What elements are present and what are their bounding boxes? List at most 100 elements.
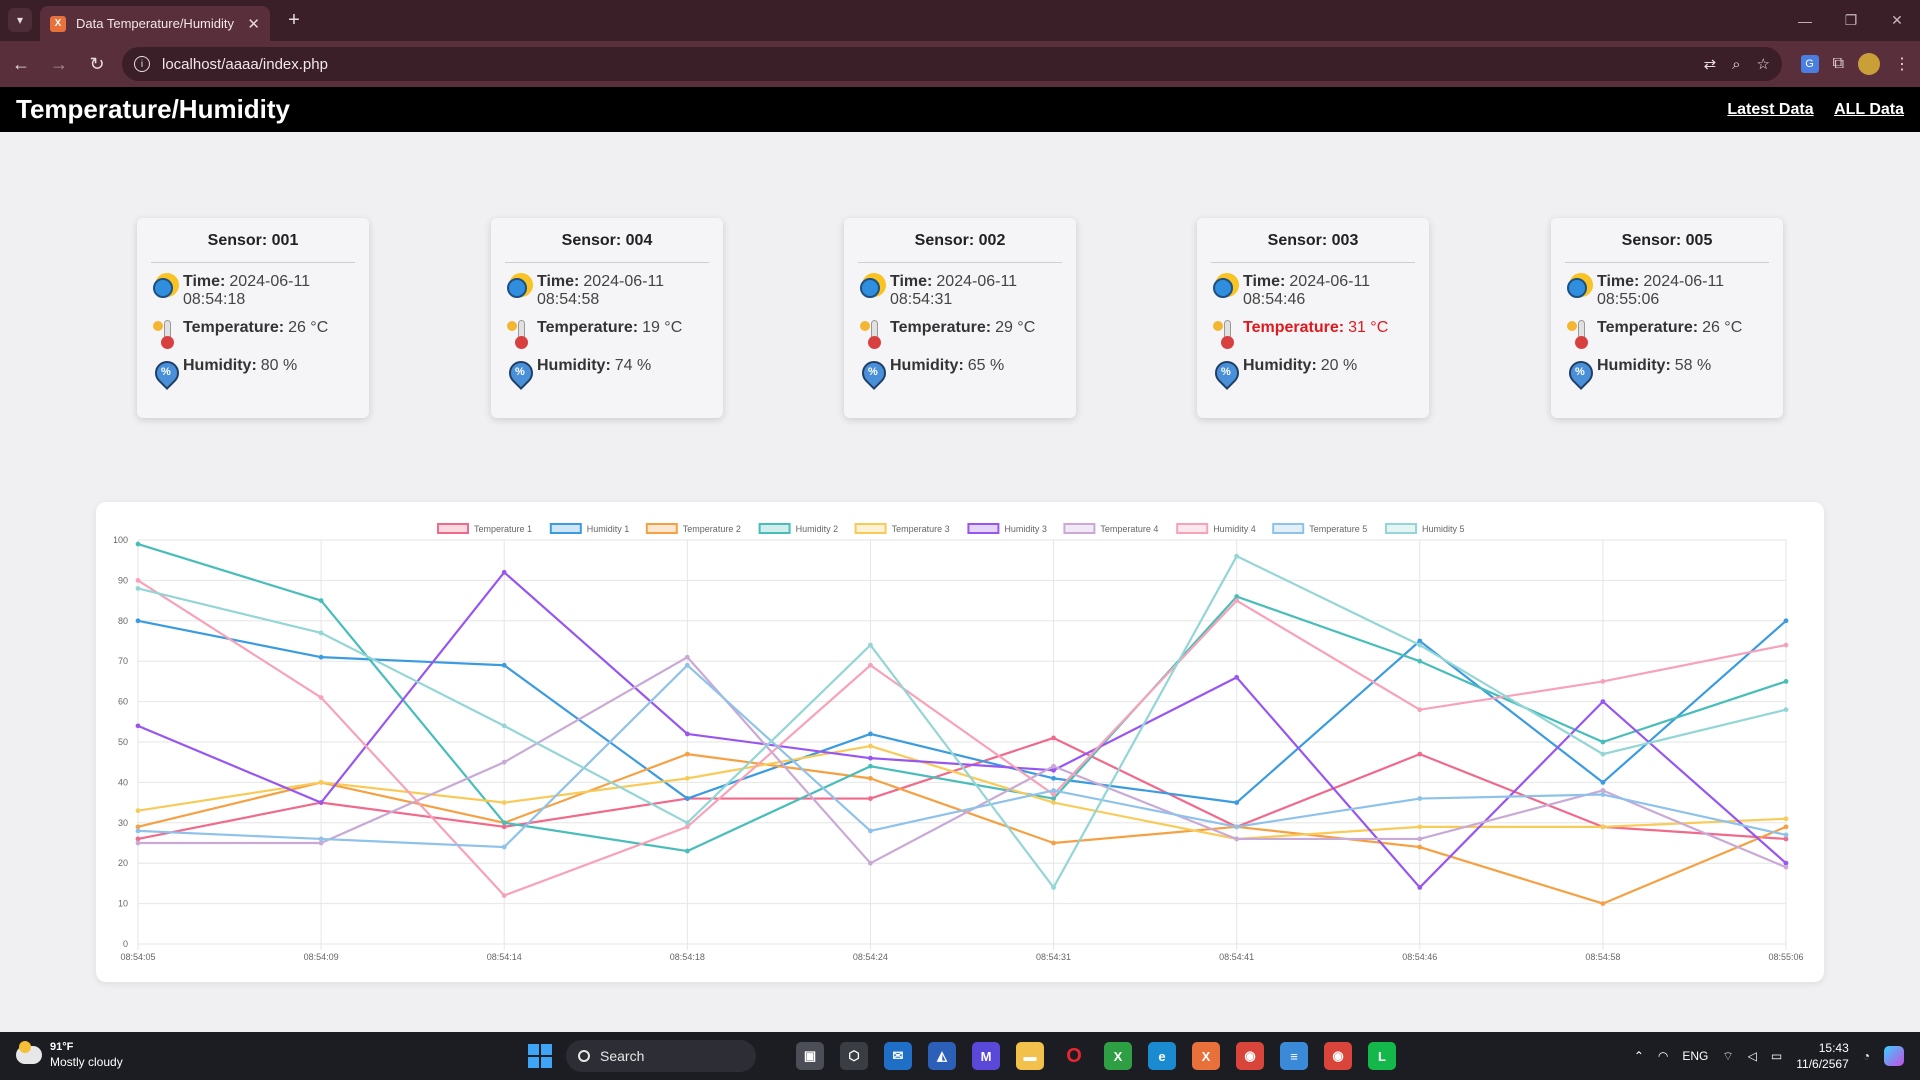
data-point (684, 820, 690, 826)
clock-sun-icon (507, 273, 535, 301)
notepad-icon[interactable]: ≡ (1280, 1042, 1308, 1070)
data-point (684, 654, 690, 660)
new-tab-button[interactable]: + (282, 8, 306, 32)
legend-swatch (1385, 523, 1417, 534)
time-label: Time: (890, 273, 933, 290)
data-point (1051, 800, 1056, 805)
taskbar-clock[interactable]: 15:43 11/6/2567 (1796, 1040, 1849, 1072)
data-point (501, 800, 507, 805)
back-button[interactable]: ← (4, 47, 38, 81)
vs-app-icon[interactable]: ◭ (928, 1042, 956, 1070)
task-view-icon[interactable]: ▣ (796, 1042, 824, 1070)
browser-tab-strip: ▾ X Data Temperature/Humidity ✕ + — ❐ ✕ (0, 0, 1920, 41)
legend-swatch (1063, 523, 1096, 534)
legend-swatch (854, 523, 887, 534)
y-tick-label: 0 (123, 939, 128, 949)
y-tick-label: 10 (118, 899, 128, 909)
y-tick-label: 70 (118, 656, 128, 666)
data-point (1783, 618, 1789, 624)
x-tick-label: 08:54:41 (1219, 952, 1254, 962)
data-point (1783, 824, 1789, 830)
legend-swatch (1176, 523, 1209, 534)
notification-bell-icon[interactable]: ◔ (1863, 1049, 1870, 1063)
chrome-profile-icon[interactable]: ◉ (1324, 1042, 1352, 1070)
data-point (1051, 763, 1056, 769)
chrome-icon[interactable]: ◉ (1236, 1042, 1264, 1070)
dev-app-icon[interactable]: ⬡ (840, 1042, 868, 1070)
google-translate-extension-icon[interactable]: G (1800, 55, 1819, 73)
close-window-button[interactable]: ✕ (1874, 0, 1920, 41)
bookmark-star-icon[interactable]: ☆ (1757, 55, 1770, 73)
start-button[interactable] (528, 1044, 552, 1068)
data-point (501, 662, 507, 668)
nav-link-all-data[interactable]: ALL Data (1834, 101, 1904, 118)
copilot-icon[interactable] (1884, 1046, 1904, 1066)
data-point (135, 828, 141, 834)
x-tick-label: 08:54:58 (1585, 952, 1620, 962)
x-tick-label: 08:54:14 (487, 952, 522, 962)
tab-search-button[interactable]: ▾ (8, 8, 32, 32)
opera-icon[interactable]: O (1060, 1042, 1088, 1070)
legend-swatch (549, 523, 582, 534)
legend-label: Temperature 3 (892, 524, 950, 534)
weather-description: Mostly cloudy (50, 1055, 123, 1069)
thermometer-icon (1567, 319, 1595, 349)
language-indicator[interactable]: ENG (1682, 1049, 1708, 1063)
minimize-button[interactable]: — (1782, 0, 1828, 41)
browser-tab[interactable]: X Data Temperature/Humidity ✕ (40, 6, 270, 41)
data-point (868, 763, 873, 769)
mail-icon[interactable]: ✉ (884, 1042, 912, 1070)
forward-button[interactable]: → (42, 47, 76, 81)
sensor-card: Sensor: 001 Time: 2024-06-11 08:54:18 Tem… (137, 218, 369, 418)
data-point (501, 759, 507, 765)
tab-title: Data Temperature/Humidity (76, 16, 234, 31)
zoom-icon[interactable]: ⌕ (1732, 56, 1740, 73)
sensor-humidity: 74 % (614, 357, 652, 374)
data-point (1783, 642, 1789, 648)
clock-date: 11/6/2567 (1796, 1057, 1849, 1071)
data-point (868, 775, 873, 781)
extensions-puzzle-icon[interactable]: ⧉ (1833, 55, 1844, 73)
data-point (1051, 788, 1056, 793)
site-title: Temperature/Humidity (16, 94, 291, 124)
x-tick-label: 08:54:24 (853, 952, 888, 962)
site-info-icon[interactable]: i (134, 56, 150, 72)
y-tick-label: 50 (118, 737, 128, 747)
site-header: Temperature/Humidity Latest Data ALL Dat… (0, 87, 1920, 132)
tab-close-icon[interactable]: ✕ (247, 15, 260, 33)
profile-avatar[interactable] (1858, 53, 1880, 75)
data-point (135, 840, 141, 846)
nav-link-latest-data[interactable]: Latest Data (1727, 101, 1813, 118)
network-icon[interactable]: ⌔ (1722, 1049, 1733, 1064)
data-point (684, 662, 690, 668)
x-tick-label: 08:54:31 (1036, 952, 1071, 962)
thermometer-icon (507, 319, 535, 349)
clock-time: 15:43 (1818, 1041, 1849, 1055)
reload-button[interactable]: ↻ (80, 47, 114, 81)
taskbar-search[interactable]: Search (566, 1040, 756, 1072)
wifi-icon[interactable]: ◠ (1658, 1049, 1668, 1063)
thermometer-icon (153, 319, 181, 349)
browser-menu-icon[interactable]: ⋮ (1894, 54, 1910, 74)
editor-app-icon[interactable]: M (972, 1042, 1000, 1070)
xbox-icon[interactable]: X (1104, 1042, 1132, 1070)
tray-overflow-icon[interactable]: ⌃ (1634, 1049, 1644, 1063)
volume-icon[interactable]: ◁ (1748, 1049, 1757, 1063)
file-explorer-icon[interactable]: ▬ (1016, 1042, 1044, 1070)
sensor-temperature: 29 °C (995, 319, 1036, 336)
data-point (135, 808, 141, 814)
translate-icon[interactable]: ⇄ (1704, 55, 1717, 73)
weather-widget[interactable]: 91°F Mostly cloudy (16, 1040, 123, 1070)
sensor-temperature: 31 °C (1348, 319, 1389, 336)
clock-sun-icon (860, 273, 888, 301)
battery-icon[interactable]: ▭ (1771, 1049, 1782, 1063)
data-point (1234, 674, 1240, 680)
xampp-icon[interactable]: X (1192, 1042, 1220, 1070)
time-label: Time: (537, 273, 580, 290)
edge-icon[interactable]: e (1148, 1042, 1176, 1070)
line-icon[interactable]: L (1368, 1042, 1396, 1070)
restore-button[interactable]: ❐ (1828, 0, 1874, 41)
address-bar[interactable]: i localhost/aaaa/index.php ⇄ ⌕ ☆ (122, 47, 1782, 81)
series-line (137, 542, 1787, 853)
line-chart: 0 10 20 30 40 50 60 70 80 90 100 08:54:05 08:54:09 08… (113, 523, 1804, 962)
